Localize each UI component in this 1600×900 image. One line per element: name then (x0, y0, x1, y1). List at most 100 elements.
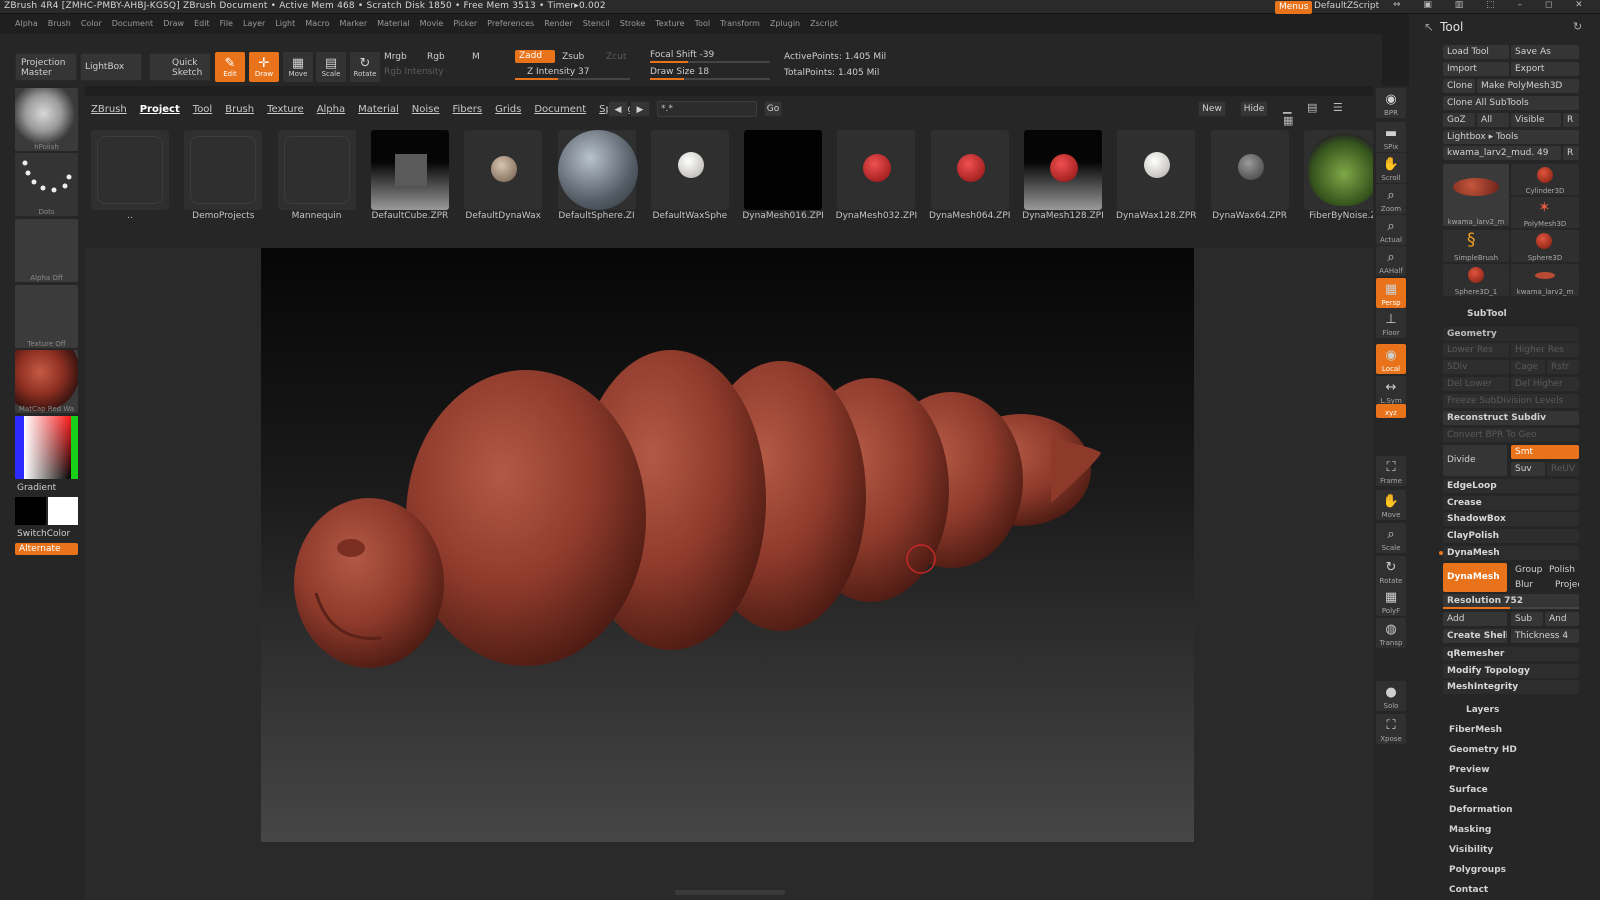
higher-res-button[interactable]: Higher Res (1511, 343, 1579, 357)
zadd-button[interactable]: Zadd (515, 50, 555, 63)
reuv-button[interactable]: ReUV (1547, 462, 1579, 476)
prev-arrow[interactable]: ◀ (608, 101, 628, 117)
material-thumbnail[interactable] (15, 350, 78, 413)
lightbox-file[interactable] (650, 130, 729, 210)
lightbox-tab[interactable]: Brush (225, 104, 254, 115)
lightbox-file[interactable] (930, 130, 1009, 210)
tool-section-layers[interactable]: Layers (1466, 705, 1499, 715)
convert-bpr-button[interactable]: Convert BPR To Geo (1443, 428, 1579, 442)
del-higher-button[interactable]: Del Higher (1511, 377, 1579, 391)
lightbox-folder[interactable] (184, 130, 263, 210)
shadowbox-section[interactable]: ShadowBox (1443, 512, 1579, 526)
lightbox-tools-button[interactable]: Lightbox ▸ Tools (1443, 130, 1579, 144)
current-tool-slider[interactable]: kwama_larv2_mud. 49 (1443, 146, 1561, 160)
shelf-zoom-button[interactable]: ⌕ Zoom (1376, 184, 1406, 214)
clone-all-subtools-button[interactable]: Clone All SubTools (1443, 96, 1579, 110)
rotate-button[interactable]: ↻ Rotate (350, 52, 380, 82)
script-label[interactable]: DefaultZScript (1314, 1, 1379, 11)
lightbox-file[interactable] (1303, 130, 1382, 210)
focal-shift-slider[interactable]: Focal Shift -39 (650, 50, 714, 60)
menu-item[interactable]: Texture (655, 19, 684, 28)
current-tool-r-button[interactable]: R (1563, 146, 1579, 160)
quick-sketch-button[interactable]: Quick Sketch (149, 53, 211, 81)
shelf-aahalf-button[interactable]: ⌕ AAHalf (1376, 246, 1406, 276)
shelf-spix-button[interactable]: ▬ SPix (1376, 122, 1406, 152)
tool-thumbnail[interactable]: kwama_larv2_m (1443, 164, 1509, 226)
tool-section-polygroups[interactable]: Polygroups (1449, 865, 1506, 875)
shelf-bpr-button[interactable]: ◉ BPR (1376, 88, 1406, 118)
menu-item[interactable]: File (220, 19, 233, 28)
shelf-actual-button[interactable]: ⌕ Actual (1376, 215, 1406, 245)
menu-item[interactable]: Marker (339, 19, 367, 28)
lightbox-tab[interactable]: Texture (267, 104, 304, 115)
menu-item[interactable]: Picker (453, 19, 477, 28)
create-shell-button[interactable]: Create Shell (1443, 629, 1507, 643)
tool-thumbnail[interactable]: Cylinder3D (1511, 164, 1579, 195)
zcut-button[interactable]: Zcut (606, 52, 626, 62)
move-button[interactable]: ▦ Move (283, 52, 313, 82)
refresh-icon[interactable]: ↻ (1573, 20, 1582, 33)
tool-section-deformation[interactable]: Deformation (1449, 805, 1513, 815)
lightbox-tab[interactable]: Grids (495, 104, 521, 115)
shelf-local-button[interactable]: ◉ Local (1376, 344, 1406, 374)
dynamesh-button[interactable]: DynaMesh (1443, 563, 1507, 592)
hide-button[interactable]: Hide (1240, 101, 1268, 117)
menu-item[interactable]: Draw (163, 19, 184, 28)
menu-item[interactable]: Material (377, 19, 410, 28)
scale-button[interactable]: ▤ Scale (316, 52, 346, 82)
lightbox-file[interactable] (837, 130, 916, 210)
menu-item[interactable]: Alpha (15, 19, 38, 28)
edit-button[interactable]: ✎ Edit (215, 52, 245, 82)
subtool-section[interactable]: SubTool (1467, 309, 1507, 319)
focal-shift-track[interactable] (650, 61, 770, 63)
z-intensity-track[interactable] (515, 78, 630, 80)
all-button[interactable]: All (1477, 113, 1509, 127)
mrgb-button[interactable]: Mrgb (384, 52, 407, 62)
menu-item[interactable]: Stroke (620, 19, 646, 28)
lightbox-tab[interactable]: Fibers (453, 104, 483, 115)
shelf-frame-button[interactable]: ⛶ Frame (1376, 456, 1406, 486)
dynamesh-section[interactable]: DynaMesh (1443, 546, 1579, 560)
cage-button[interactable]: Cage (1511, 360, 1545, 374)
menu-item[interactable]: Layer (243, 19, 265, 28)
lightbox-search-field[interactable]: *.* (657, 101, 757, 117)
document-canvas[interactable] (261, 248, 1194, 842)
larva-model[interactable] (261, 248, 1194, 842)
shelf-transp-button[interactable]: ◍ Transp (1376, 618, 1406, 648)
shelf-polyf-button[interactable]: ▦ PolyF (1376, 586, 1406, 616)
tool-thumbnail[interactable]: § SimpleBrush (1443, 230, 1509, 262)
shelf-scale-button[interactable]: ⌕ Scale (1376, 523, 1406, 553)
shelf-xpose-button[interactable]: ⛶ Xpose (1376, 714, 1406, 744)
menus-button[interactable]: Menus (1275, 1, 1313, 14)
menu-item[interactable]: Transform (720, 19, 760, 28)
lightbox-file[interactable] (1210, 130, 1289, 210)
menu-item[interactable]: Zscript (810, 19, 838, 28)
lightbox-file[interactable] (557, 130, 638, 210)
texture-thumbnail[interactable] (15, 285, 78, 348)
del-lower-button[interactable]: Del Lower (1443, 377, 1509, 391)
shelf-floor-button[interactable]: ⊥ Floor (1376, 308, 1406, 338)
sub-button[interactable]: Sub (1511, 612, 1543, 626)
shelf-rotate-button[interactable]: ↻ Rotate (1376, 556, 1406, 586)
menu-item[interactable]: Stencil (583, 19, 610, 28)
claypolish-section[interactable]: ClayPolish (1443, 529, 1579, 543)
view-mode-icons[interactable]: ▁ ▤ ☰ ▦ (1283, 101, 1373, 127)
next-arrow[interactable]: ▶ (630, 101, 650, 117)
lightbox-tab[interactable]: Project (140, 104, 180, 115)
visible-button[interactable]: Visible (1511, 113, 1561, 127)
divide-button[interactable]: Divide (1443, 445, 1507, 476)
project-toggle[interactable]: Projec (1551, 578, 1579, 592)
tool-section-masking[interactable]: Masking (1449, 825, 1491, 835)
rgb-intensity-slider[interactable]: Rgb Intensity (384, 67, 444, 77)
tool-thumbnail[interactable]: Sphere3D (1511, 230, 1579, 262)
rstr-button[interactable]: Rstr (1547, 360, 1579, 374)
lightbox-folder[interactable] (91, 130, 169, 210)
goz-button[interactable]: GoZ (1443, 113, 1475, 127)
resolution-track[interactable] (1443, 607, 1579, 609)
lightbox-tab[interactable]: Material (358, 104, 399, 115)
tool-section-surface[interactable]: Surface (1449, 785, 1488, 795)
add-button[interactable]: Add (1443, 612, 1507, 626)
draw-size-slider[interactable]: Draw Size 18 (650, 67, 709, 77)
modify-topology-section[interactable]: Modify Topology (1443, 664, 1579, 678)
projection-master-button[interactable]: Projection Master (15, 53, 77, 81)
